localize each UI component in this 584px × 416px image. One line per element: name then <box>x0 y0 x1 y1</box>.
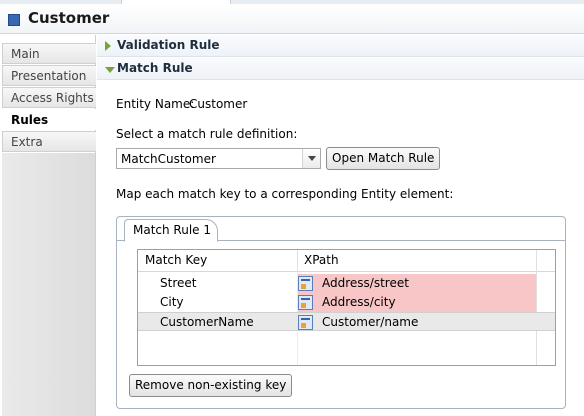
match-key-table[interactable]: Match Key XPath Street Address/street Ci… <box>137 249 556 366</box>
select-definition-label: Select a match rule definition: <box>116 127 298 141</box>
match-rule-section-header[interactable]: Match Rule <box>97 58 584 80</box>
sidebar-item-rules[interactable]: Rules <box>2 109 96 130</box>
match-rule-title: Match Rule <box>117 61 193 75</box>
selected-definition: MatchCustomer <box>121 152 216 166</box>
match-rule-definition-select[interactable]: MatchCustomer <box>116 148 321 169</box>
map-keys-label: Map each match key to a corresponding En… <box>116 187 454 201</box>
table-row[interactable]: CustomerName Customer/name <box>138 312 555 331</box>
column-divider <box>297 250 298 272</box>
match-rule-folder: Match Rule 1 Match Key XPath Street Addr… <box>116 216 566 409</box>
column-header-xpath[interactable]: XPath <box>304 253 339 267</box>
entity-icon <box>8 14 20 26</box>
table-row[interactable]: City Address/city <box>138 293 555 312</box>
xpath-element-icon <box>298 276 313 291</box>
match-key-cell: City <box>160 295 184 309</box>
sidebar-filler <box>2 153 96 416</box>
tab-match-rule-1[interactable]: Match Rule 1 <box>124 219 218 242</box>
open-match-rule-button[interactable]: Open Match Rule <box>326 147 441 170</box>
match-key-cell: CustomerName <box>160 315 254 329</box>
match-key-cell: Street <box>160 276 197 290</box>
validation-rule-title: Validation Rule <box>117 38 220 52</box>
xpath-element-icon <box>298 315 313 330</box>
xpath-element-icon <box>298 295 313 310</box>
validation-rule-section-header[interactable]: Validation Rule <box>97 35 584 57</box>
editor-header: Customer <box>0 4 584 34</box>
triangle-right-icon[interactable] <box>105 41 111 51</box>
chevron-down-icon[interactable] <box>302 149 320 168</box>
sidebar: Main Presentation Access Rights Rules Ex… <box>0 35 96 416</box>
xpath-cell[interactable]: Customer/name <box>298 313 536 332</box>
sidebar-item-extra[interactable]: Extra <box>2 131 96 152</box>
sidebar-item-access-rights[interactable]: Access Rights <box>2 87 96 108</box>
remove-non-existing-key-button[interactable]: Remove non-existing key <box>129 374 293 397</box>
rules-page: Validation Rule Match Rule Entity Name: … <box>97 35 584 416</box>
sidebar-item-presentation[interactable]: Presentation <box>2 65 96 86</box>
table-header: Match Key XPath <box>138 250 555 272</box>
triangle-down-icon[interactable] <box>105 67 115 73</box>
sidebar-item-main[interactable]: Main <box>2 43 96 64</box>
entity-name-value: Customer <box>189 97 248 111</box>
page-title: Customer <box>28 9 110 27</box>
xpath-cell[interactable]: Address/street <box>298 274 536 293</box>
xpath-value: Customer/name <box>322 315 419 329</box>
xpath-cell[interactable]: Address/city <box>298 293 536 312</box>
column-header-match-key[interactable]: Match Key <box>145 253 207 267</box>
table-row[interactable]: Street Address/street <box>138 274 555 293</box>
xpath-value: Address/street <box>322 276 409 290</box>
entity-name-label: Entity Name: <box>116 97 195 111</box>
xpath-value: Address/city <box>322 295 396 309</box>
